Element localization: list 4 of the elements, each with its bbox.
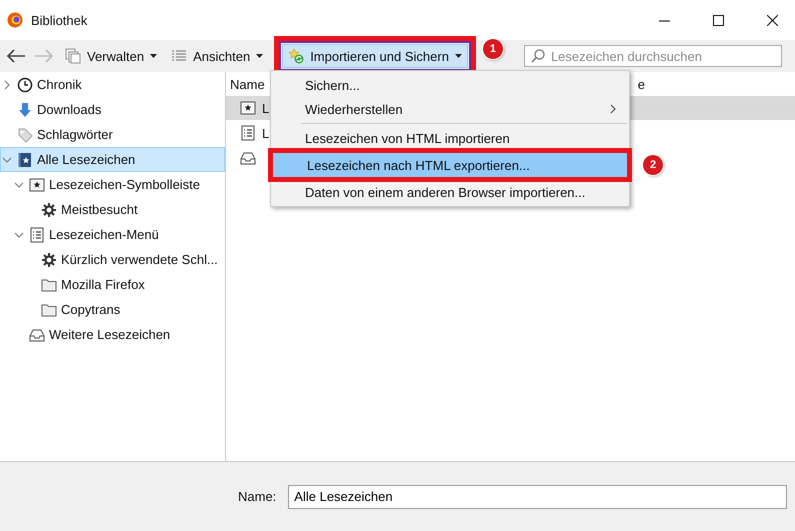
step-badge: 2 <box>643 155 663 175</box>
step-badge: 1 <box>482 39 503 59</box>
name-label: Name: <box>238 489 276 504</box>
window-title: Bibliothek <box>31 12 88 28</box>
